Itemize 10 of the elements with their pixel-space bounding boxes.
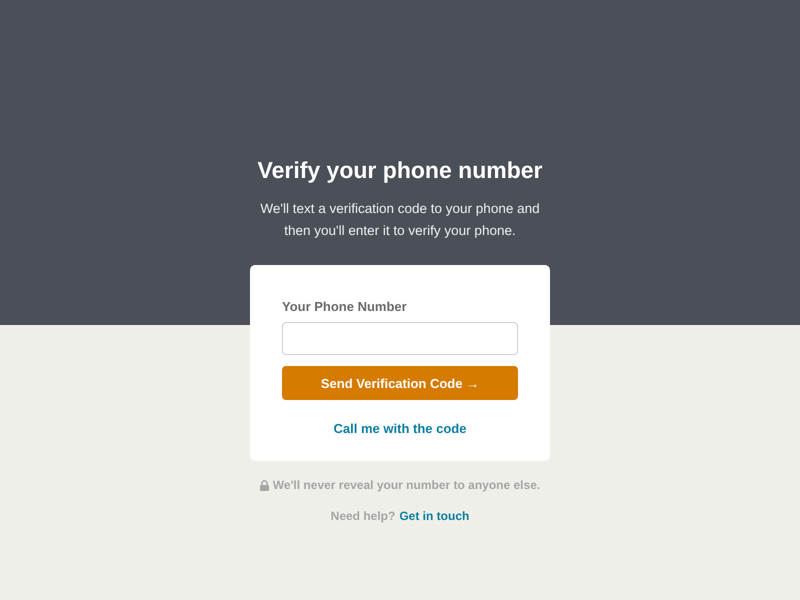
help-text: Need help? — [330, 509, 396, 523]
send-code-button[interactable]: Send Verification Code → — [282, 366, 518, 400]
privacy-note: We'll never reveal your number to anyone else. — [272, 478, 540, 492]
phone-input-field[interactable] — [282, 322, 518, 355]
page-title: Verify your phone number — [258, 156, 542, 185]
call-me-link[interactable]: Call me with the code — [334, 421, 466, 436]
lock-icon — [260, 480, 269, 490]
subtitle: We'll text a verification code to your phone and then you'll enter it to verify your phone. — [259, 200, 541, 240]
field-label: Your Phone Number — [282, 299, 408, 315]
contact-link[interactable]: Get in touch — [399, 509, 470, 523]
